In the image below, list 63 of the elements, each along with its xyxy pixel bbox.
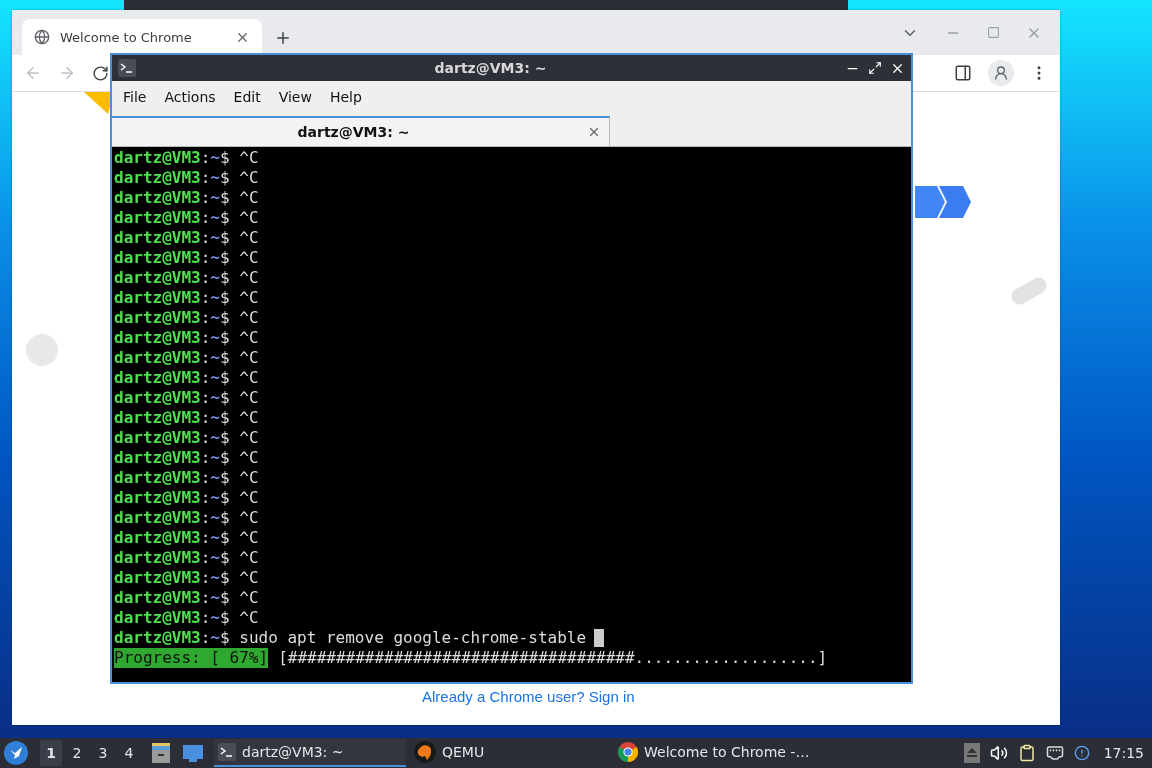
terminal-line: dartz@VM3:~$ ^C: [114, 568, 259, 588]
terminal-line: dartz@VM3:~$ ^C: [114, 188, 259, 208]
eject-icon: [963, 743, 980, 763]
terminal-icon: [218, 743, 236, 761]
terminal-line: dartz@VM3:~$ ^C: [114, 328, 259, 348]
terminal-line: dartz@VM3:~$ ^C: [114, 488, 259, 508]
clipboard-icon[interactable]: [1017, 744, 1036, 762]
workspace-button[interactable]: 2: [66, 740, 88, 766]
terminal-line: dartz@VM3:~$ ^C: [114, 228, 259, 248]
terminal-line: dartz@VM3:~$ ^C: [114, 528, 259, 548]
side-panel-icon[interactable]: [954, 64, 972, 82]
terminal-line: dartz@VM3:~$ ^C: [114, 428, 259, 448]
terminal-line: dartz@VM3:~$ ^C: [114, 368, 259, 388]
taskbar-button[interactable]: Welcome to Chrome -…: [614, 739, 814, 767]
file-cabinet-icon: [150, 742, 172, 764]
start-menu-icon: [4, 741, 28, 765]
terminal-line: dartz@VM3:~$ ^C: [114, 308, 259, 328]
terminal-line: dartz@VM3:~$ ^C: [114, 468, 259, 488]
workspace-button[interactable]: 3: [92, 740, 114, 766]
terminal-icon: [118, 59, 136, 77]
notification-icon[interactable]: [1073, 745, 1090, 761]
browser-tab[interactable]: Welcome to Chrome: [22, 19, 262, 55]
terminal-line: dartz@VM3:~$ ^C: [114, 208, 259, 228]
menu-item[interactable]: View: [269, 89, 321, 105]
progress-label: Progress: [ 67%]: [114, 648, 269, 668]
profile-icon[interactable]: [988, 60, 1014, 86]
terminal-line: dartz@VM3:~$ ^C: [114, 408, 259, 428]
menu-item[interactable]: File: [114, 89, 156, 105]
network-icon[interactable]: [1045, 744, 1064, 762]
menu-item[interactable]: Help: [320, 89, 371, 105]
new-tab-icon[interactable]: [274, 29, 292, 47]
terminal-line: dartz@VM3:~$ ^C: [114, 608, 259, 628]
terminal-line: dartz@VM3:~$ sudo apt remove google-chrome-stable: [114, 628, 587, 648]
terminal-tab[interactable]: dartz@VM3: ~: [112, 116, 610, 146]
terminal-line: dartz@VM3:~$ ^C: [114, 248, 259, 268]
volume-icon[interactable]: [989, 744, 1008, 762]
terminal-line: dartz@VM3:~$ ^C: [114, 508, 259, 528]
terminal-line: dartz@VM3:~$ ^C: [114, 448, 259, 468]
terminal-line: dartz@VM3:~$ ^C: [114, 388, 259, 408]
qemu-icon: [414, 741, 436, 763]
terminal-line: dartz@VM3:~$ ^C: [114, 268, 259, 288]
terminal-line: dartz@VM3:~$ ^C: [114, 148, 259, 168]
sign-in-link[interactable]: Already a Chrome user? Sign in: [422, 688, 635, 705]
globe-icon: [34, 29, 50, 45]
workspace-button[interactable]: 1: [40, 740, 62, 766]
reload-icon[interactable]: [92, 64, 109, 82]
chrome-icon: [618, 742, 638, 762]
maximize-icon[interactable]: [868, 60, 882, 76]
terminal-line: dartz@VM3:~$ ^C: [114, 348, 259, 368]
menu-item[interactable]: Actions: [155, 89, 225, 105]
taskbar-button[interactable]: dartz@VM3: ~: [214, 739, 406, 767]
clock: 17:15: [1103, 745, 1144, 761]
window-title: dartz@VM3: ~: [433, 60, 548, 76]
desktop-icon: [182, 743, 204, 763]
workspace-button[interactable]: 4: [118, 740, 140, 766]
progress-bar-text: [####################################...................]: [278, 648, 828, 668]
taskbar-button[interactable]: QEMU: [410, 739, 610, 767]
terminal-line: dartz@VM3:~$ ^C: [114, 288, 259, 308]
terminal-line: dartz@VM3:~$ ^C: [114, 548, 259, 568]
terminal-line: dartz@VM3:~$ ^C: [114, 588, 259, 608]
hexagon-shape: [915, 186, 971, 218]
menu-item[interactable]: Edit: [224, 89, 270, 105]
terminal-line: dartz@VM3:~$ ^C: [114, 168, 259, 188]
